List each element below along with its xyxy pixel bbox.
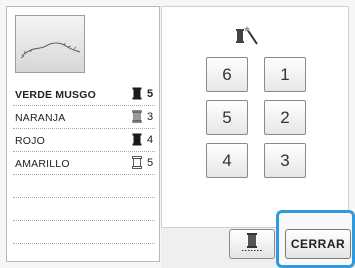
order-button-3[interactable]: 3 <box>264 143 306 178</box>
order-button-6[interactable]: 6 <box>206 57 248 92</box>
color-list-panel: VERDE MUSGO 5 NARANJA 3 ROJO 4 AMARILLO <box>6 6 160 262</box>
thread-color-list: VERDE MUSGO 5 NARANJA 3 ROJO 4 AMARILLO <box>13 83 155 244</box>
thread-spool-icon <box>241 232 263 257</box>
color-count: 3 <box>147 111 154 123</box>
close-button[interactable]: CERRAR <box>285 229 351 259</box>
color-name: ROJO <box>15 135 45 147</box>
thread-spool-button[interactable] <box>229 229 275 259</box>
order-button-5[interactable]: 5 <box>206 100 248 135</box>
list-item[interactable]: VERDE MUSGO 5 <box>13 83 155 106</box>
color-name: AMARILLO <box>15 158 70 170</box>
list-item[interactable]: NARANJA 3 <box>13 106 155 129</box>
color-count: 5 <box>147 88 154 100</box>
embroidery-preview-icon <box>20 42 81 59</box>
spool-wand-icon <box>235 26 259 53</box>
order-button-2[interactable]: 2 <box>264 100 306 135</box>
list-item-empty <box>13 175 155 198</box>
list-item[interactable]: AMARILLO 5 <box>13 152 155 175</box>
color-count: 5 <box>147 157 154 169</box>
color-name: NARANJA <box>15 112 66 124</box>
order-button-1[interactable]: 1 <box>264 57 306 92</box>
spool-filled-icon <box>132 133 142 149</box>
list-item-empty <box>13 198 155 221</box>
list-item[interactable]: ROJO 4 <box>13 129 155 152</box>
color-count: 4 <box>147 134 154 146</box>
spool-empty-icon <box>132 156 142 172</box>
list-item-empty <box>13 221 155 244</box>
spool-partial-icon <box>132 110 142 126</box>
spool-filled-icon <box>132 87 142 103</box>
embroidery-preview <box>15 15 85 73</box>
order-button-4[interactable]: 4 <box>206 143 248 178</box>
color-name: VERDE MUSGO <box>15 89 96 101</box>
